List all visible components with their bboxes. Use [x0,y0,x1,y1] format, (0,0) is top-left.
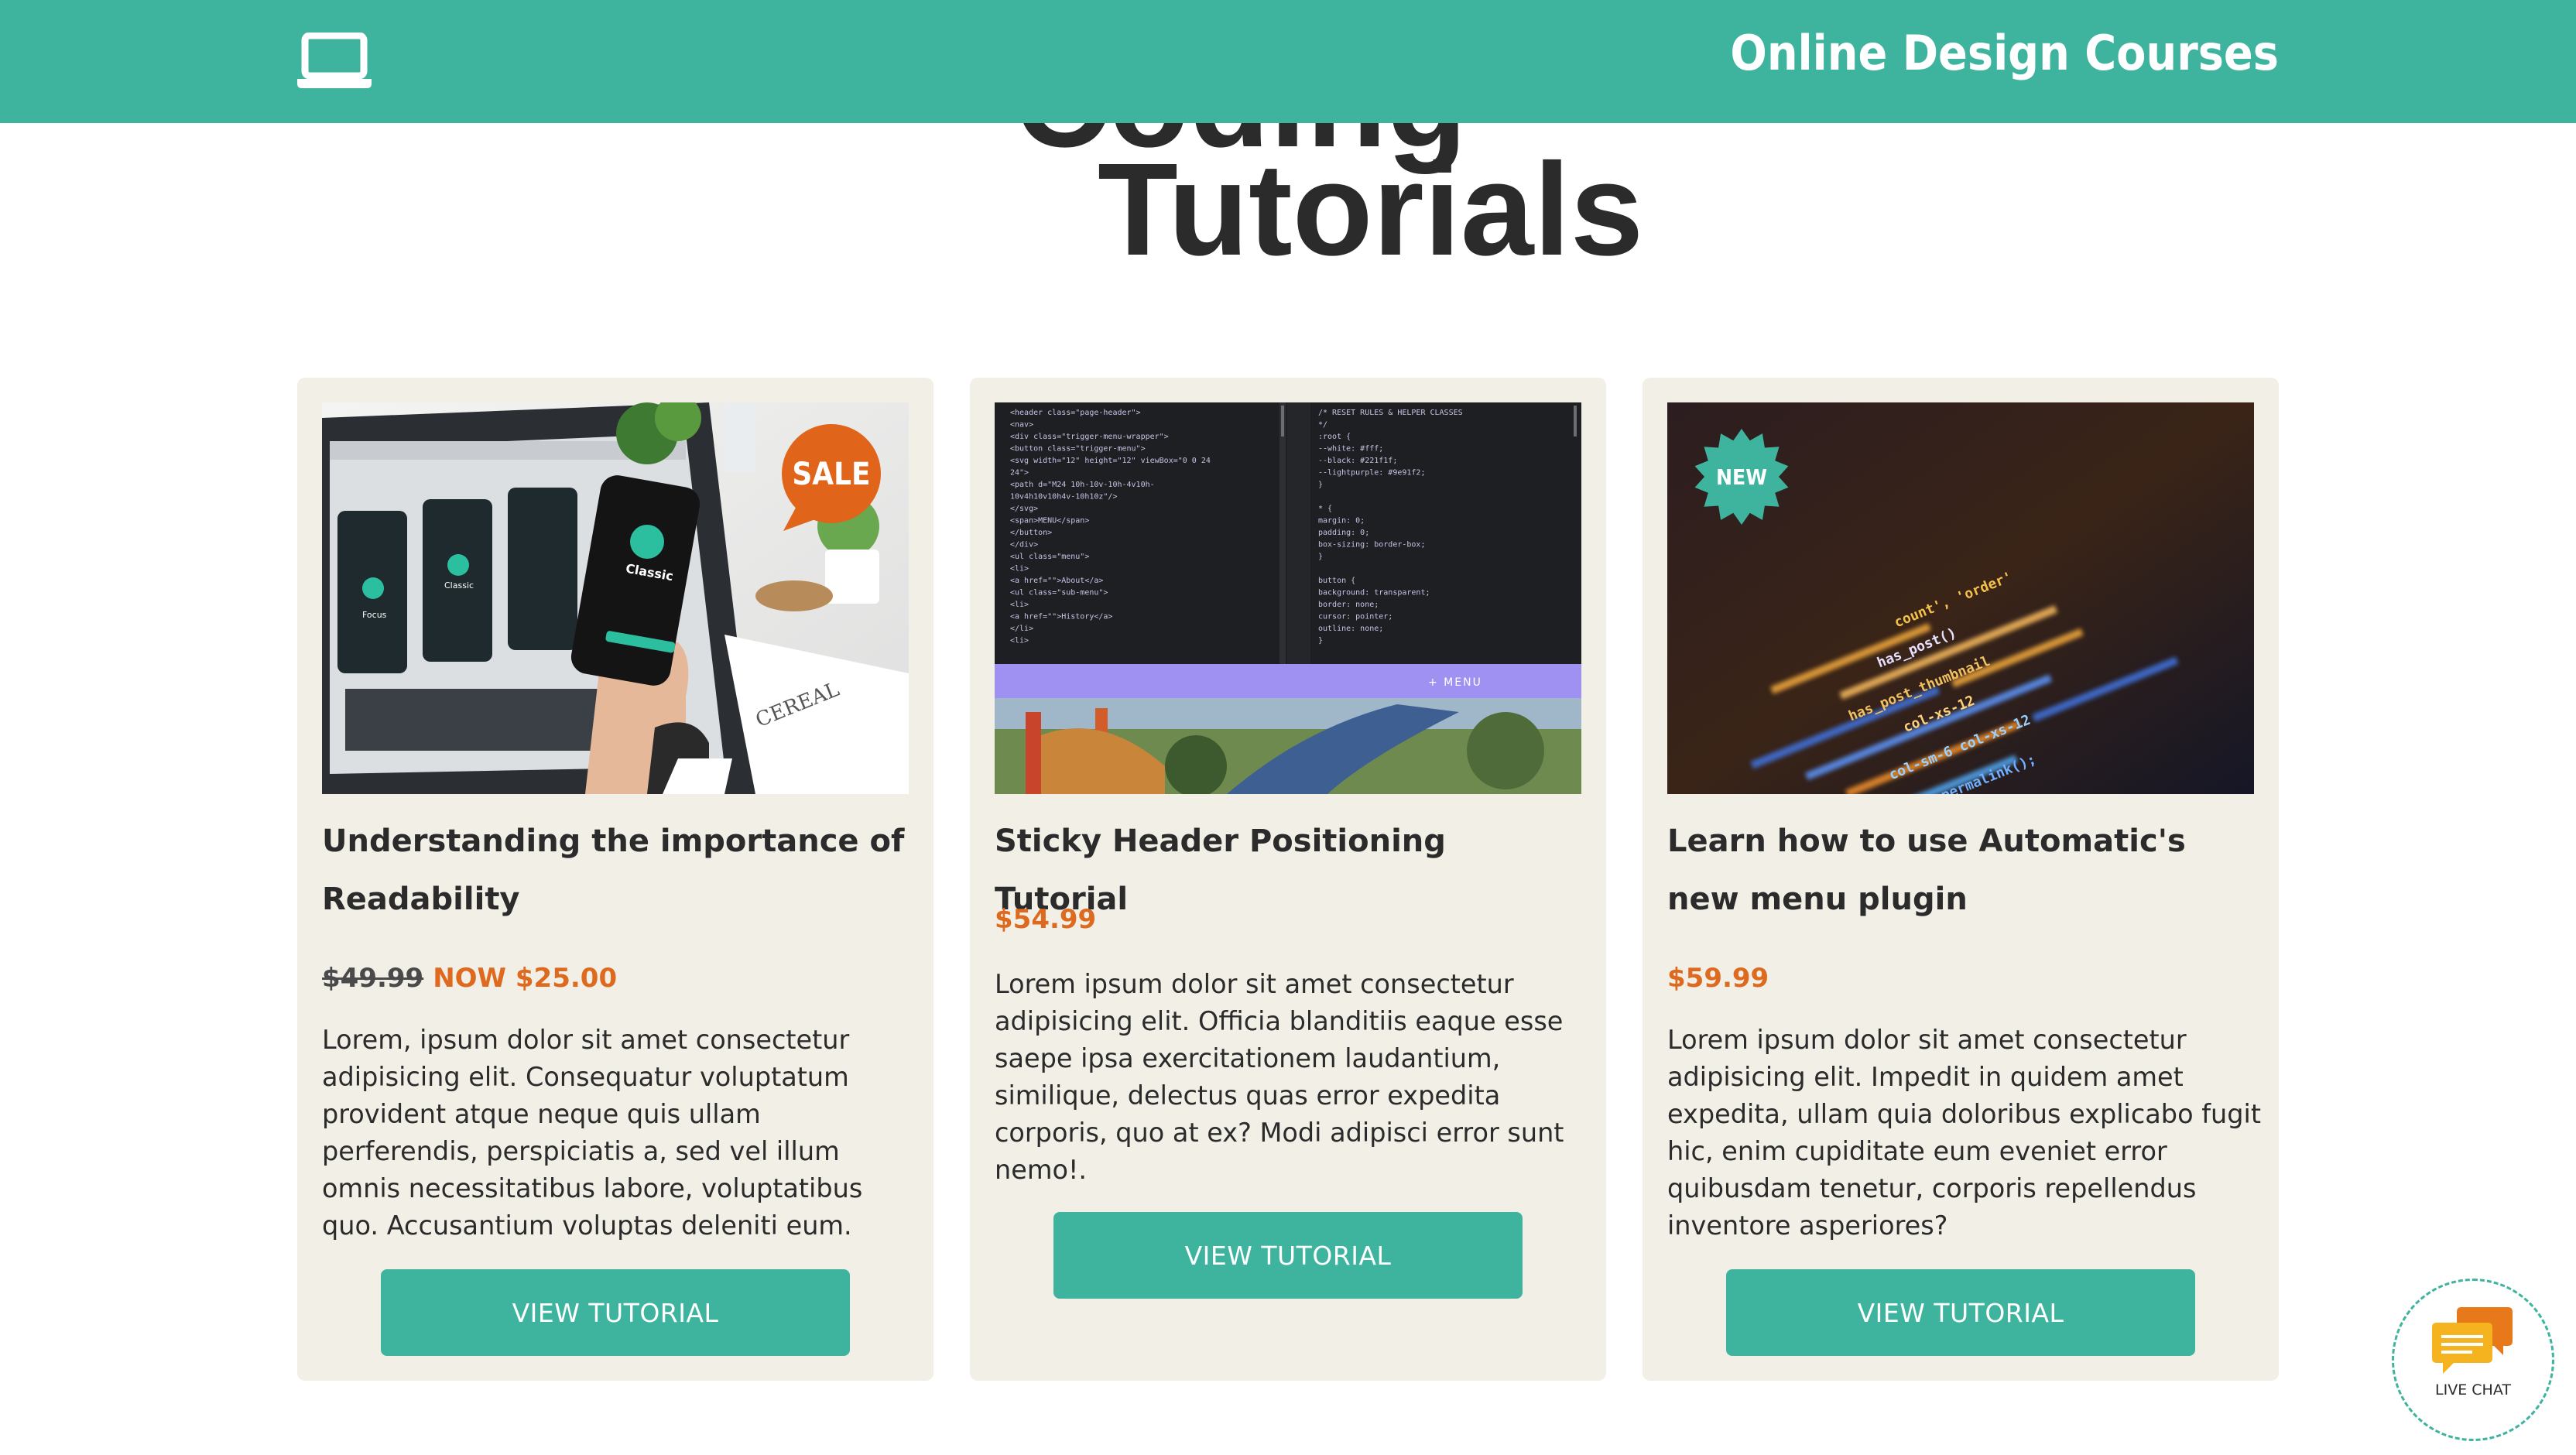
code-left-line: <nav> [1010,421,1033,430]
course-thumbnail-phone[interactable]: Focus Classic CEREAL Classic SALE [322,402,909,794]
course-description: Lorem, ipsum dolor sit amet consectetur … [322,1025,863,1241]
code-left-line: 10v4h10v10h4v-10h10z"/> [1010,493,1117,502]
code-right-line: button { [1318,577,1355,585]
code-right-line: margin: 0; [1318,517,1365,526]
live-chat-label: LIVE CHAT [2435,1381,2511,1399]
course-price: $49.99 NOW $25.00 [322,963,617,994]
laptop-icon [297,32,372,88]
course-description: Lorem ipsum dolor sit amet consectetur a… [1667,1025,2261,1241]
new-badge-text: NEW [1716,464,1767,490]
price-now: NOW $25.00 [433,963,618,994]
view-tutorial-button[interactable]: VIEW TUTORIAL [381,1269,850,1356]
site-title[interactable]: Online Design Courses [1730,25,2279,81]
course-description: Lorem ipsum dolor sit amet consectetur a… [995,969,1564,1185]
code-left-line: <path d="M24 10h-10v-10h-4v10h- [1010,481,1155,489]
course-card-menu-plugin: count', 'order' has_post() has_post_thum… [1643,378,2279,1381]
menu-bar-label: + MENU [1428,676,1482,689]
home-logo-link[interactable] [296,32,373,91]
code-right-line: padding: 0; [1318,529,1369,537]
view-tutorial-button[interactable]: VIEW TUTORIAL [1726,1269,2195,1356]
course-card-sticky-header: <header class="page-header"> <nav> <div … [970,378,1606,1381]
code-left-line: <div class="trigger-menu-wrapper"> [1010,433,1169,441]
chat-bubbles-icon [2432,1307,2513,1374]
course-title[interactable]: Understanding the importance of Readabil… [322,813,910,929]
code-left-line: </li> [1010,625,1033,633]
code-right-line: */ [1318,421,1327,430]
code-left-line: 24"> [1010,469,1029,478]
code-right-line: border: none; [1318,601,1379,609]
page-heading-line2: Tutorials [1098,136,1644,283]
course-card-readability: Focus Classic CEREAL Classic SALE Unders… [297,378,933,1381]
code-left-line: <a href="">History</a> [1010,613,1112,621]
code-left-line: <header class="page-header"> [1010,409,1141,417]
code-right-line: } [1318,553,1323,561]
course-thumbnail-code[interactable]: <header class="page-header"> <nav> <div … [995,402,1581,794]
code-left-line: <li> [1010,637,1029,645]
code-left-line: <li> [1010,601,1029,609]
code-right-line: } [1318,637,1323,645]
site-header: Online Design Courses [0,0,2576,123]
code-right-line: :root { [1318,433,1351,441]
course-price: $59.99 [1667,963,1769,994]
code-left-line: <ul class="menu"> [1010,553,1089,561]
code-left-line: </div> [1010,541,1038,549]
code-left-line: <a href="">About</a> [1010,577,1103,585]
live-chat-button[interactable]: LIVE CHAT [2392,1279,2554,1441]
price-old: $49.99 [322,963,424,994]
code-right-line: background: transparent; [1318,589,1430,597]
course-price: $54.99 [995,904,1097,935]
course-thumbnail-blurred-code[interactable]: count', 'order' has_post() has_post_thum… [1667,402,2254,794]
code-right-line: box-sizing: border-box; [1318,541,1425,549]
screen-label-focus: Focus [362,610,387,620]
code-right-line: outline: none; [1318,625,1383,633]
code-right-line: --white: #fff; [1318,445,1383,454]
code-right-line: --black: #221f1f; [1318,457,1397,465]
view-tutorial-button[interactable]: VIEW TUTORIAL [1053,1212,1523,1299]
code-right-line: } [1318,481,1323,489]
code-right-line: /* RESET RULES & HELPER CLASSES [1318,409,1463,417]
screen-label-classic: Classic [444,580,474,591]
code-left-line: <span>MENU</span> [1010,517,1089,526]
code-left-line: <ul class="sub-menu"> [1010,589,1108,597]
code-left-line: <svg width="12" height="12" viewBox="0 0… [1010,457,1211,465]
sale-badge-text: SALE [792,457,870,492]
code-right-line: --lightpurple: #9e91f2; [1318,469,1425,478]
code-right-line: cursor: pointer; [1318,613,1392,621]
code-left-line: <button class="trigger-menu"> [1010,445,1146,454]
code-left-line: </button> [1010,529,1052,537]
code-right-line: * { [1318,505,1332,513]
course-title[interactable]: Learn how to use Automatic's new menu pl… [1667,813,2256,929]
code-left-line: </svg> [1010,505,1038,513]
code-left-line: <li> [1010,565,1029,573]
